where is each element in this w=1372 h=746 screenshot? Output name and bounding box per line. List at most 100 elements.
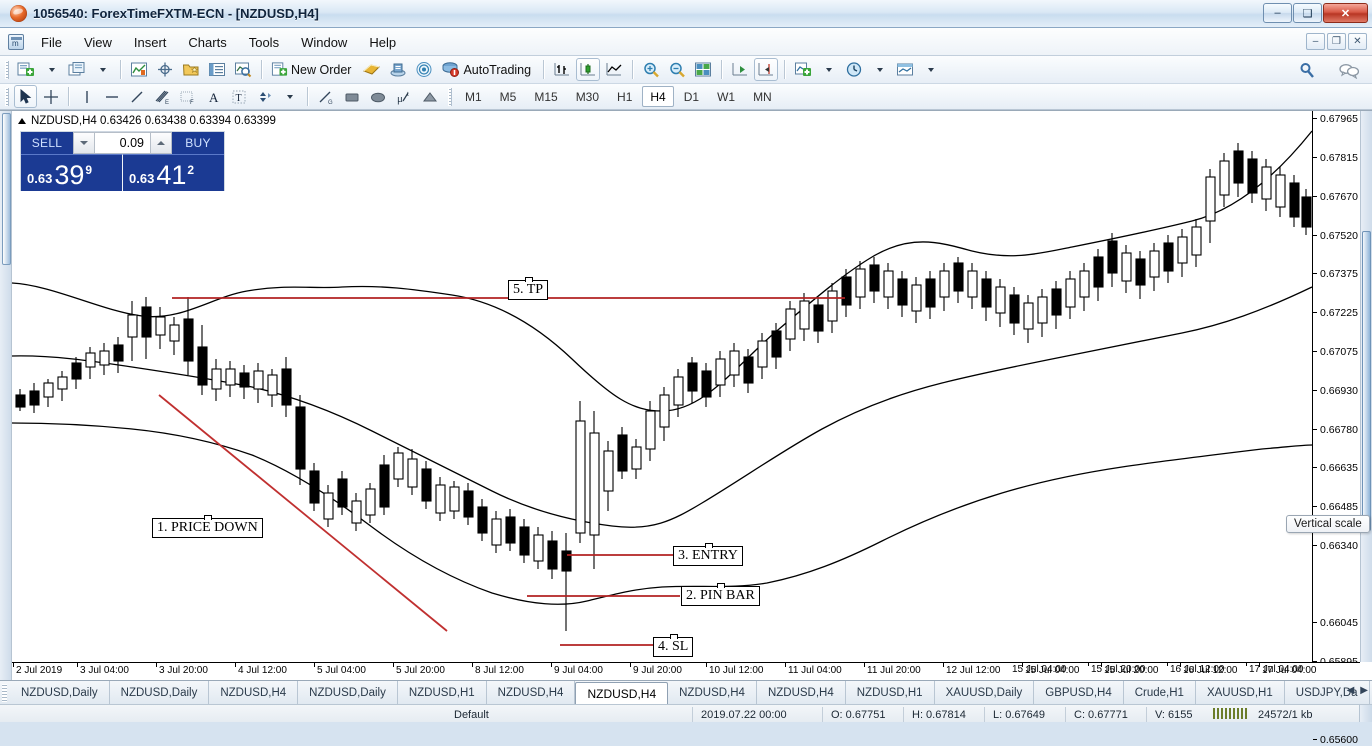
scrollbar-thumb[interactable]	[1362, 231, 1371, 531]
chart-plot-area[interactable]: NZDUSD,H4 0.63426 0.63438 0.63394 0.6339…	[12, 111, 1312, 662]
volume-increase-button[interactable]	[150, 132, 172, 154]
line-toolbar-grip[interactable]	[5, 87, 9, 106]
volume-input[interactable]: 0.09	[95, 132, 150, 154]
timeframe-h1[interactable]: H1	[609, 86, 640, 107]
menu-insert[interactable]: Insert	[123, 31, 178, 54]
text-tool-button[interactable]: A	[202, 85, 225, 108]
horizontal-line-tool-button[interactable]	[100, 85, 123, 108]
chart-tab[interactable]: NZDUSD,H4	[487, 681, 576, 705]
cursor-tool-button[interactable]	[14, 85, 37, 108]
crosshair-tool-button[interactable]	[39, 85, 62, 108]
periodicity-button[interactable]	[842, 58, 866, 81]
templates-dropdown[interactable]	[919, 58, 942, 81]
auto-scroll-button[interactable]	[728, 58, 752, 81]
chart-left-scrollbar[interactable]	[0, 111, 12, 681]
arrows-tool-button[interactable]	[252, 85, 276, 108]
chart-close-button[interactable]: ✕	[1348, 33, 1367, 50]
candlestick-chart-button[interactable]	[576, 58, 601, 81]
chart-tab-active[interactable]: NZDUSD,H4	[575, 682, 669, 705]
timeframe-m1[interactable]: M1	[457, 86, 490, 107]
timeframe-d1[interactable]: D1	[676, 86, 707, 107]
menu-window[interactable]: Window	[290, 31, 358, 54]
sell-price-button[interactable]: 0.63 39 9	[21, 154, 123, 191]
metaeditor-button[interactable]	[359, 58, 384, 81]
community-chat-icon[interactable]	[1335, 58, 1363, 81]
new-chart-dropdown[interactable]	[40, 58, 63, 81]
timeframe-m15[interactable]: M15	[526, 86, 565, 107]
chart-shift-button[interactable]	[754, 58, 779, 81]
arrows-dropdown[interactable]	[278, 85, 301, 108]
menu-file[interactable]: File	[30, 31, 73, 54]
strategy-tester-button[interactable]	[231, 58, 255, 81]
search-icon[interactable]	[1295, 58, 1319, 81]
profiles-button[interactable]	[65, 58, 89, 81]
signals-button[interactable]	[412, 58, 436, 81]
chart-tab[interactable]: Crude,H1	[1124, 681, 1196, 705]
indicators-button[interactable]	[791, 58, 815, 81]
buy-header-label[interactable]: BUY	[172, 132, 224, 154]
chart-tab[interactable]: NZDUSD,Daily	[110, 681, 210, 705]
annotation-take-profit[interactable]: 5. TP	[508, 277, 549, 300]
sell-header-label[interactable]: SELL	[21, 132, 73, 154]
market-watch-button[interactable]	[127, 58, 151, 81]
equidistant-channel-tool-button[interactable]: E	[150, 85, 174, 108]
window-close-button[interactable]: ✕	[1323, 3, 1368, 23]
timeframe-m5[interactable]: M5	[492, 86, 525, 107]
zoom-out-button[interactable]	[665, 58, 689, 81]
timeframe-toolbar-grip[interactable]	[448, 87, 452, 106]
volume-stepper[interactable]: 0.09	[73, 132, 172, 154]
menu-charts[interactable]: Charts	[177, 31, 237, 54]
timeframe-mn[interactable]: MN	[745, 86, 780, 107]
annotation-entry[interactable]: 3. ENTRY	[673, 543, 743, 566]
timeframe-m30[interactable]: M30	[568, 86, 607, 107]
chart-tab[interactable]: NZDUSD,H4	[757, 681, 846, 705]
one-click-trading-panel[interactable]: SELL 0.09 BUY 0.63 39 9 0.63 41 2	[20, 131, 225, 191]
gann-line-tool-button[interactable]: G	[314, 85, 338, 108]
rectangle-tool-button[interactable]	[340, 85, 364, 108]
tab-scroll-left-icon[interactable]: ◀	[1347, 685, 1355, 696]
profiles-dropdown[interactable]	[91, 58, 114, 81]
chart-vertical-scrollbar[interactable]	[1360, 111, 1372, 662]
chart-tab[interactable]: GBPUSD,H4	[1034, 681, 1124, 705]
tabbar-grip[interactable]	[2, 684, 7, 702]
zoom-in-button[interactable]	[639, 58, 663, 81]
triangle-tool-button[interactable]	[418, 85, 442, 108]
chart-tab[interactable]: NZDUSD,Daily	[10, 681, 110, 705]
menu-tools[interactable]: Tools	[238, 31, 290, 54]
terminal-button[interactable]	[205, 58, 229, 81]
menu-view[interactable]: View	[73, 31, 123, 54]
bar-chart-button[interactable]	[550, 58, 574, 81]
andrews-pitchfork-tool-button[interactable]: μ t	[392, 85, 416, 108]
volume-decrease-button[interactable]	[73, 132, 95, 154]
data-window-button[interactable]	[153, 58, 177, 81]
chart-tab[interactable]: XAUUSD,Daily	[935, 681, 1035, 705]
periodicity-dropdown[interactable]	[868, 58, 891, 81]
tab-scroll-right-icon[interactable]: ▶	[1360, 685, 1368, 696]
navigator-button[interactable]	[179, 58, 203, 81]
menu-help[interactable]: Help	[358, 31, 407, 54]
fibonacci-tool-button[interactable]: F	[176, 85, 200, 108]
autotrading-button[interactable]: AutoTrading	[438, 58, 537, 81]
chart-tab[interactable]: NZDUSD,H1	[846, 681, 935, 705]
window-maximize-button[interactable]: ❑	[1293, 3, 1322, 23]
toolbar-grip[interactable]	[5, 60, 9, 79]
templates-button[interactable]	[893, 58, 917, 81]
chart-tab[interactable]: NZDUSD,H1	[398, 681, 487, 705]
annotation-stop-loss[interactable]: 4. SL	[653, 634, 694, 657]
chart-restore-button[interactable]: ❐	[1327, 33, 1346, 50]
tile-windows-button[interactable]	[691, 58, 715, 81]
trendline-tool-button[interactable]	[125, 85, 148, 108]
ellipse-tool-button[interactable]	[366, 85, 390, 108]
annotation-price-down[interactable]: 1. PRICE DOWN	[152, 515, 263, 538]
annotation-pin-bar[interactable]: 2. PIN BAR	[681, 583, 760, 606]
chart-minimize-button[interactable]: –	[1306, 33, 1325, 50]
timeframe-w1[interactable]: W1	[709, 86, 743, 107]
vertical-line-tool-button[interactable]	[75, 85, 98, 108]
new-order-button[interactable]: New Order	[268, 58, 357, 81]
text-label-tool-button[interactable]: T	[227, 85, 250, 108]
chart-tab[interactable]: NZDUSD,H4	[668, 681, 757, 705]
chart-tab[interactable]: NZDUSD,H4	[209, 681, 299, 705]
chart-tab[interactable]: NZDUSD,Daily	[298, 681, 398, 705]
price-scale[interactable]: 0.67965 0.67815 0.67670 0.67520 0.67375 …	[1312, 111, 1360, 746]
new-chart-button[interactable]	[14, 58, 38, 81]
